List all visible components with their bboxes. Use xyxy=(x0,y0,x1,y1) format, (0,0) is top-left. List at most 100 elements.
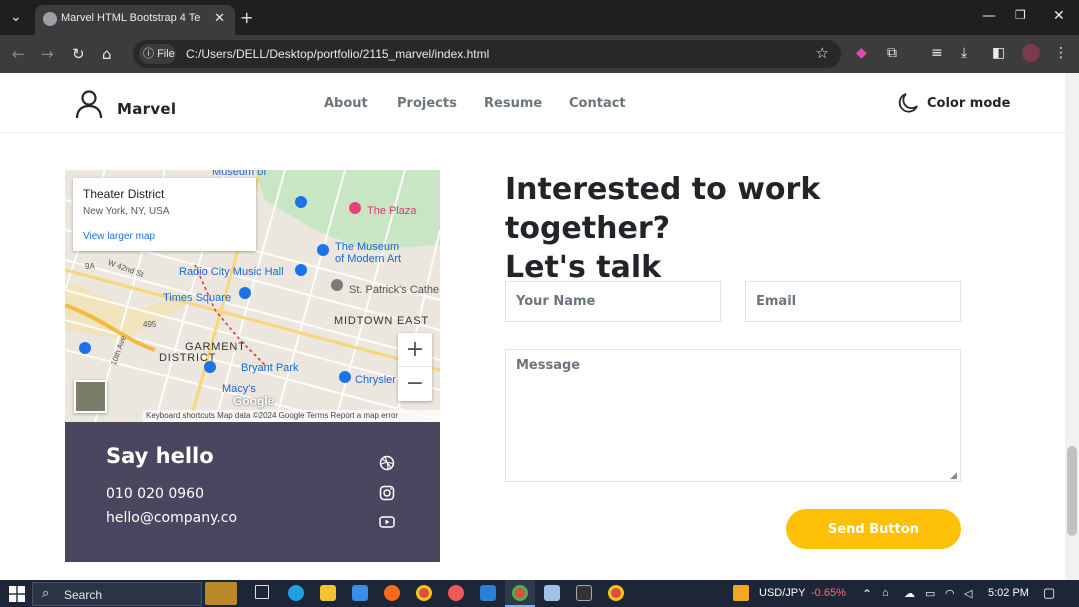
tab-search-icon[interactable]: ⌄ xyxy=(10,9,22,25)
ticker-change: -0.65% xyxy=(811,587,846,599)
home-icon[interactable]: ⌂ xyxy=(102,45,112,63)
close-tab-icon[interactable]: ✕ xyxy=(214,11,225,26)
browser-toolbar: ← → ↻ ⌂ ⓘ File C:/Users/DELL/Desktop/por… xyxy=(0,35,1079,73)
brand-name[interactable]: Marvel xyxy=(117,100,176,118)
map-place-card: Theater District New York, NY, USA View … xyxy=(73,178,256,251)
new-tab-icon[interactable]: + xyxy=(240,8,253,27)
address-bar[interactable]: ⓘ File C:/Users/DELL/Desktop/portfolio/2… xyxy=(133,40,841,68)
email-input[interactable] xyxy=(745,281,961,322)
meet-now-icon[interactable]: ⌂ xyxy=(882,587,889,599)
menu-icon[interactable]: ⋮ xyxy=(1054,45,1068,61)
say-hello-title: Say hello xyxy=(106,444,214,468)
nav-contact[interactable]: Contact xyxy=(569,96,626,111)
app-orange-icon[interactable] xyxy=(384,585,400,601)
globe-icon xyxy=(43,12,57,26)
profile-avatar[interactable] xyxy=(1022,44,1040,62)
textarea-resize-handle[interactable]: ◢ xyxy=(950,471,957,481)
web-page: Marvel About Projects Resume Contact Col… xyxy=(0,73,1079,580)
phone-number: 010 020 0960 xyxy=(106,486,204,502)
page-scrollbar[interactable] xyxy=(1065,73,1079,580)
color-mode-toggle[interactable]: Color mode xyxy=(927,96,1010,111)
ticker-symbol[interactable]: USD/JPY xyxy=(759,587,805,599)
battery-icon[interactable]: ▭ xyxy=(925,587,935,600)
scrollbar-thumb[interactable] xyxy=(1067,446,1077,536)
site-info-button[interactable]: ⓘ File xyxy=(139,44,176,64)
map-label-495: 495 xyxy=(143,320,157,329)
map-label-9a: 9A xyxy=(85,262,95,271)
edge-icon[interactable] xyxy=(288,585,304,601)
taskbar-search[interactable]: ⌕ Search xyxy=(32,582,202,606)
email-address[interactable]: hello@company.co xyxy=(106,510,237,526)
map-label-midtown-east: MIDTOWN EAST xyxy=(334,315,429,327)
reload-icon[interactable]: ↻ xyxy=(72,45,85,63)
windows-start-icon[interactable] xyxy=(9,586,25,602)
notepad-icon[interactable] xyxy=(544,585,560,601)
forward-icon[interactable]: → xyxy=(41,45,54,63)
stocks-widget-icon[interactable] xyxy=(733,585,749,601)
instagram-icon[interactable] xyxy=(379,485,395,501)
back-icon[interactable]: ← xyxy=(12,45,25,63)
site-info-label: File xyxy=(157,48,175,60)
mail-icon[interactable] xyxy=(352,585,368,601)
zoom-in-button[interactable]: + xyxy=(398,333,432,367)
view-larger-map-link[interactable]: View larger map xyxy=(83,231,155,242)
youtube-icon[interactable] xyxy=(379,514,395,530)
vscode-icon[interactable] xyxy=(480,585,496,601)
moon-icon[interactable] xyxy=(897,92,919,114)
chrome-active-icon xyxy=(512,585,528,601)
terminal-icon[interactable] xyxy=(576,585,592,601)
file-explorer-icon[interactable] xyxy=(320,585,336,601)
downloads-icon[interactable]: ⤓ xyxy=(961,45,967,61)
search-highlight-icon[interactable] xyxy=(205,582,237,605)
map-label-plaza: The Plaza xyxy=(367,205,417,217)
contact-heading: Interested to work together? Let's talk xyxy=(505,170,965,287)
map-label-moma: The Museum xyxy=(335,241,400,253)
site-navbar: Marvel About Projects Resume Contact Col… xyxy=(0,73,1065,133)
map-label-district: DISTRICT xyxy=(159,352,217,364)
user-icon xyxy=(75,90,103,119)
volume-icon[interactable]: ◁ xyxy=(964,587,972,600)
map-attribution[interactable]: Keyboard shortcuts Map data ©2024 Google… xyxy=(143,410,440,422)
map-label-st-patricks: St. Patrick's Cathe xyxy=(349,284,440,296)
taskbar-active-chrome[interactable] xyxy=(505,580,535,607)
notifications-icon[interactable]: ▢ xyxy=(1043,585,1055,601)
clock-time[interactable]: 5:02 PM xyxy=(988,587,1029,599)
chrome-2-icon[interactable] xyxy=(608,585,624,601)
google-logo: Google xyxy=(233,394,275,408)
tab-title: Marvel HTML Bootstrap 4 Temp xyxy=(61,12,201,24)
chrome-profile-icon[interactable] xyxy=(448,585,464,601)
nav-resume[interactable]: Resume xyxy=(484,96,542,111)
search-icon: ⌕ xyxy=(42,586,50,601)
chrome-icon[interactable] xyxy=(416,585,432,601)
browser-tab-bar: ⌄ Marvel HTML Bootstrap 4 Temp ✕ + — ❐ ✕ xyxy=(0,0,1079,35)
map-zoom-controls: + − xyxy=(398,333,432,401)
name-input[interactable] xyxy=(505,281,721,322)
restore-icon[interactable]: ❐ xyxy=(1015,8,1026,22)
color-extension-icon[interactable]: ◆ xyxy=(856,45,867,61)
zoom-out-button[interactable]: − xyxy=(398,367,432,401)
message-textarea[interactable] xyxy=(505,349,961,482)
nav-projects[interactable]: Projects xyxy=(397,96,457,111)
onedrive-icon[interactable]: ☁ xyxy=(904,587,915,600)
bookmark-star-icon[interactable]: ☆ xyxy=(816,44,829,62)
task-view-icon[interactable] xyxy=(255,585,269,599)
map-label-radio-city: Radio City Music Hall xyxy=(179,266,284,278)
extensions-icon[interactable]: ⧉ xyxy=(887,45,897,61)
dribbble-icon[interactable] xyxy=(379,455,395,471)
map-label-moma-2: of Modern Art xyxy=(335,253,402,265)
embedded-map[interactable]: Museum of The Plaza The Museum of Modern… xyxy=(65,170,440,422)
send-button[interactable]: Send Button xyxy=(786,509,961,549)
map-place-subtitle: New York, NY, USA xyxy=(83,206,170,217)
media-controls-icon[interactable]: ≡ xyxy=(931,45,943,61)
minimize-icon[interactable]: — xyxy=(982,8,996,24)
map-label-chrysler: Chrysler xyxy=(355,374,396,386)
browser-tab[interactable]: Marvel HTML Bootstrap 4 Temp ✕ xyxy=(35,5,235,35)
satellite-view-toggle[interactable] xyxy=(74,380,107,413)
nav-about[interactable]: About xyxy=(324,96,368,111)
map-label-bryant: Bryant Park xyxy=(241,362,299,374)
show-hidden-icons-icon[interactable]: ⌃ xyxy=(862,587,872,601)
wifi-icon[interactable]: ◠ xyxy=(945,587,955,600)
side-panel-icon[interactable]: ◧ xyxy=(992,45,1005,61)
close-window-icon[interactable]: ✕ xyxy=(1053,8,1065,24)
url-text: C:/Users/DELL/Desktop/portfolio/2115_mar… xyxy=(186,47,490,61)
